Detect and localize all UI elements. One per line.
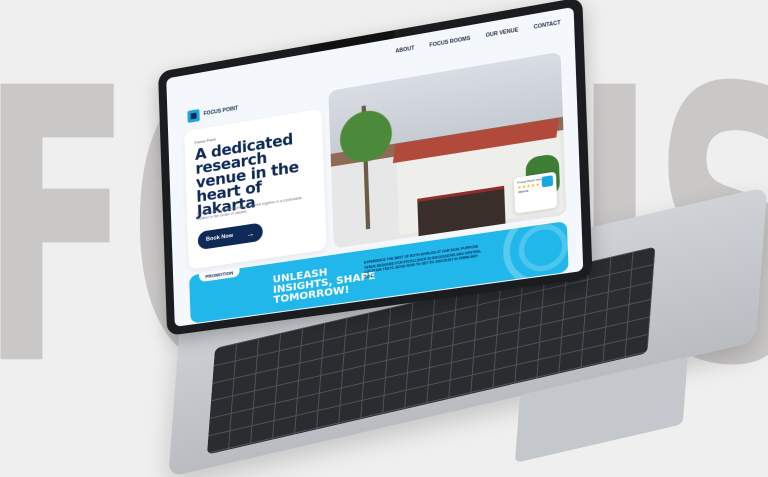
logo-text: FOCUS POINT <box>203 105 239 118</box>
nav-item-about[interactable]: ABOUT <box>395 45 414 54</box>
nav-item-focus-rooms[interactable]: FOCUS ROOMS <box>429 36 470 49</box>
top-navigation: ABOUT FOCUS ROOMS OUR VENUE CONTACT <box>395 20 560 55</box>
site-logo[interactable]: FOCUS POINT <box>187 102 239 124</box>
nav-item-our-venue[interactable]: OUR VENUE <box>485 27 518 39</box>
book-now-label: Book Now <box>205 232 234 243</box>
palm-tree-image <box>333 100 402 234</box>
promotion-title: UNLEASH INSIGHTS, SHAPE TOMORROW! <box>272 266 376 307</box>
promotion-body: EXPERIENCE THE BEST OF BOTH WORLDS AT OU… <box>363 244 482 279</box>
arrow-right-icon: → <box>246 228 255 239</box>
book-now-button[interactable]: Book Now → <box>197 222 264 251</box>
venue-info-badge: Focus Point Venue ★★★★★ Jakarta <box>513 171 558 214</box>
badge-logo-icon <box>541 175 554 188</box>
hero-card: Focus Point A dedicated research venue i… <box>184 108 327 270</box>
nav-item-contact[interactable]: CONTACT <box>534 20 561 31</box>
venue-photo: Focus Point Venue ★★★★★ Jakarta <box>328 51 567 249</box>
promotion-tab: PROMOTION <box>199 266 240 283</box>
logo-mark-icon <box>187 108 200 124</box>
